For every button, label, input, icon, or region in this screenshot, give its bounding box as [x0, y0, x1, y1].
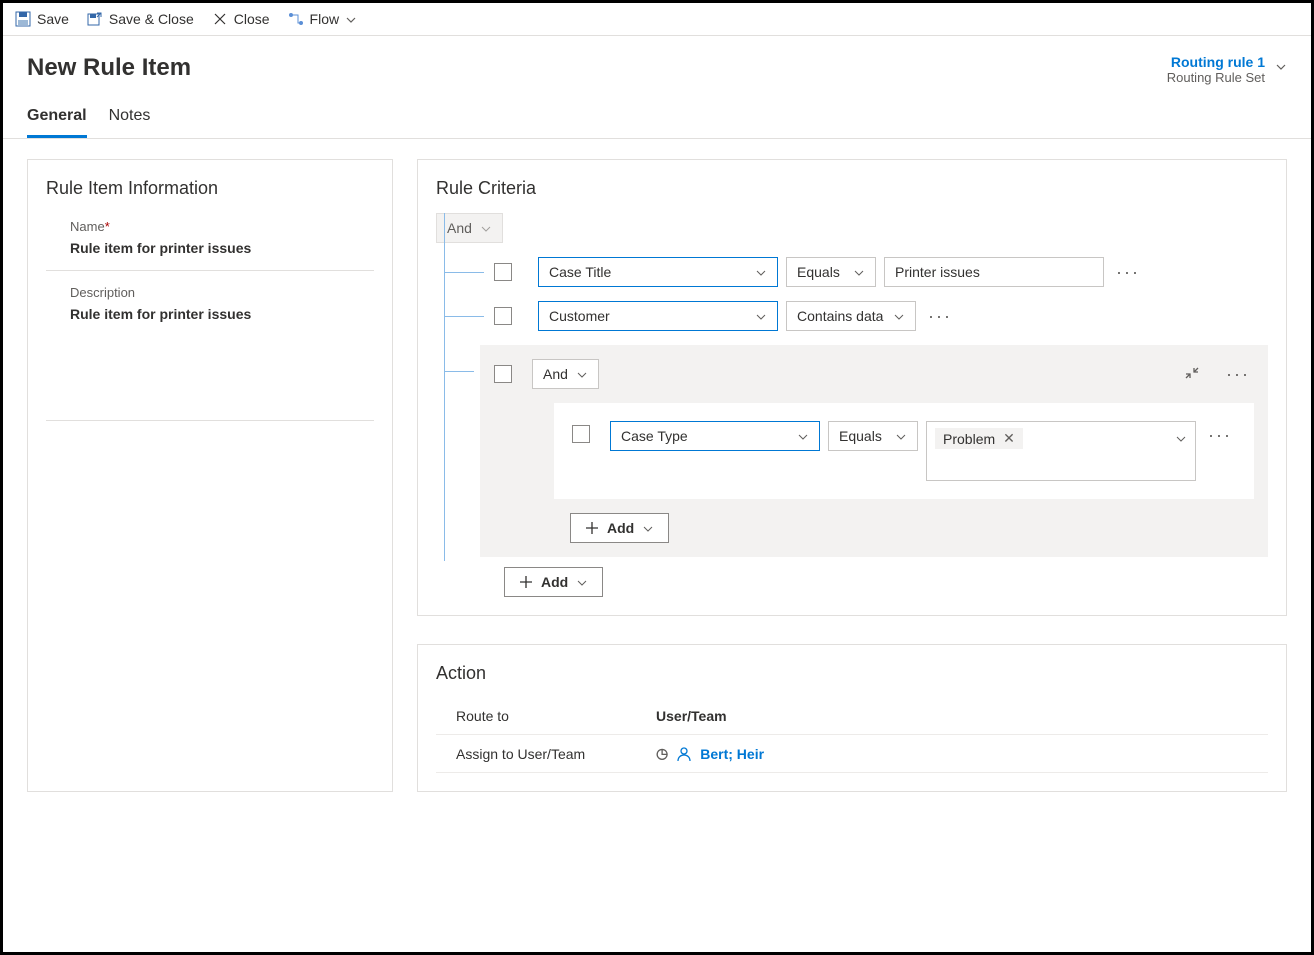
op-label: Contains data: [797, 308, 883, 324]
info-section-title: Rule Item Information: [46, 178, 374, 199]
criteria-tree: And Case Title Equals: [444, 213, 1268, 597]
recent-icon: ◷: [656, 745, 668, 762]
assign-field[interactable]: Assign to User/Team ◷ Bert; Heir: [436, 735, 1268, 773]
nested-condition-row: Case Type Equals Problem ✕: [554, 403, 1254, 499]
row-checkbox[interactable]: [494, 307, 512, 325]
group-more-icon[interactable]: ···: [1222, 364, 1254, 385]
flow-label: Flow: [310, 11, 340, 27]
tab-notes[interactable]: Notes: [109, 107, 151, 138]
close-button[interactable]: Close: [212, 11, 270, 27]
name-value: Rule item for printer issues: [70, 240, 374, 256]
person-icon: [676, 746, 692, 762]
chevron-down-icon: [755, 310, 767, 322]
field-label: Customer: [549, 308, 610, 324]
plus-icon: [519, 575, 533, 589]
op-label: Equals: [797, 264, 840, 280]
action-section: Action Route to User/Team Assign to User…: [417, 644, 1287, 792]
tab-general[interactable]: General: [27, 107, 87, 138]
save-button[interactable]: Save: [15, 11, 69, 27]
save-close-button[interactable]: Save & Close: [87, 11, 194, 27]
assign-label: Assign to User/Team: [456, 746, 616, 762]
close-label: Close: [234, 11, 270, 27]
page-title: New Rule Item: [27, 54, 191, 82]
description-label: Description: [70, 285, 374, 300]
name-label: Name*: [70, 219, 374, 234]
operator-picker[interactable]: Contains data: [786, 301, 916, 331]
row-more-icon[interactable]: ···: [1204, 425, 1236, 446]
action-title: Action: [436, 663, 1268, 684]
save-close-label: Save & Close: [109, 11, 194, 27]
field-label: Case Title: [549, 264, 611, 280]
chevron-down-icon: [853, 266, 865, 278]
collapse-icon[interactable]: [1184, 365, 1200, 384]
criteria-title: Rule Criteria: [436, 178, 1268, 199]
condition-row: Case Title Equals Printer issues ···: [494, 257, 1268, 287]
save-icon: [15, 11, 31, 27]
route-to-field[interactable]: Route to User/Team: [436, 698, 1268, 735]
name-field[interactable]: Name* Rule item for printer issues: [46, 219, 374, 271]
command-bar: Save Save & Close Close Flow: [3, 3, 1311, 36]
chevron-down-icon: [345, 13, 357, 25]
chevron-down-icon: [755, 266, 767, 278]
routing-rule-link[interactable]: Routing rule 1: [1167, 54, 1265, 70]
value-input[interactable]: Printer issues: [884, 257, 1104, 287]
value-text: Printer issues: [895, 264, 980, 280]
chevron-down-icon: [480, 222, 492, 234]
add-label: Add: [541, 574, 568, 590]
root-op-label: And: [447, 220, 472, 236]
field-picker[interactable]: Customer: [538, 301, 778, 331]
chevron-down-icon: [1175, 432, 1187, 444]
right-column: Rule Criteria And Case Title Equals: [417, 159, 1287, 792]
routing-rule-sub: Routing Rule Set: [1167, 70, 1265, 85]
chevron-down-icon: [576, 576, 588, 588]
root-operator[interactable]: And: [436, 213, 503, 243]
row-checkbox[interactable]: [494, 263, 512, 281]
tag-remove-icon[interactable]: ✕: [1003, 430, 1015, 447]
add-condition-button[interactable]: Add: [504, 567, 603, 597]
header-right: Routing rule 1 Routing Rule Set: [1167, 54, 1287, 85]
operator-picker[interactable]: Equals: [786, 257, 876, 287]
field-label: Case Type: [621, 428, 688, 444]
op-label: Equals: [839, 428, 882, 444]
chevron-down-icon[interactable]: [1275, 60, 1287, 72]
row-more-icon[interactable]: ···: [1112, 262, 1144, 283]
row-checkbox[interactable]: [572, 425, 590, 443]
description-value: Rule item for printer issues: [70, 306, 374, 322]
page-title-wrap: New Rule Item: [27, 54, 191, 82]
add-condition-button[interactable]: Add: [570, 513, 669, 543]
nested-group: And ··· Case Type: [480, 345, 1268, 557]
add-label: Add: [607, 520, 634, 536]
group-op-label: And: [543, 366, 568, 382]
chevron-down-icon: [642, 522, 654, 534]
tag-label: Problem: [943, 431, 995, 447]
tab-bar: General Notes: [3, 85, 1311, 139]
plus-icon: [585, 521, 599, 535]
rule-criteria-section: Rule Criteria And Case Title Equals: [417, 159, 1287, 616]
row-more-icon[interactable]: ···: [924, 306, 956, 327]
route-value: User/Team: [656, 708, 727, 724]
group-checkbox[interactable]: [494, 365, 512, 383]
save-label: Save: [37, 11, 69, 27]
flow-icon: [288, 11, 304, 27]
value-lookup[interactable]: Problem ✕: [926, 421, 1196, 481]
operator-picker[interactable]: Equals: [828, 421, 918, 451]
rule-item-info-section: Rule Item Information Name* Rule item fo…: [27, 159, 393, 792]
assign-value: Bert; Heir: [700, 746, 764, 762]
form-header: New Rule Item Routing rule 1 Routing Rul…: [3, 36, 1311, 85]
description-field[interactable]: Description Rule item for printer issues: [46, 285, 374, 421]
close-icon: [212, 11, 228, 27]
route-label: Route to: [456, 708, 616, 724]
form-body: Rule Item Information Name* Rule item fo…: [3, 139, 1311, 812]
save-close-icon: [87, 11, 103, 27]
field-picker[interactable]: Case Type: [610, 421, 820, 451]
group-operator[interactable]: And: [532, 359, 599, 389]
chevron-down-icon: [893, 310, 905, 322]
chevron-down-icon: [797, 430, 809, 442]
chevron-down-icon: [895, 430, 907, 442]
value-tag: Problem ✕: [935, 428, 1023, 449]
chevron-down-icon: [576, 368, 588, 380]
field-picker[interactable]: Case Title: [538, 257, 778, 287]
condition-row: Customer Contains data ···: [494, 301, 1268, 331]
flow-button[interactable]: Flow: [288, 11, 358, 27]
